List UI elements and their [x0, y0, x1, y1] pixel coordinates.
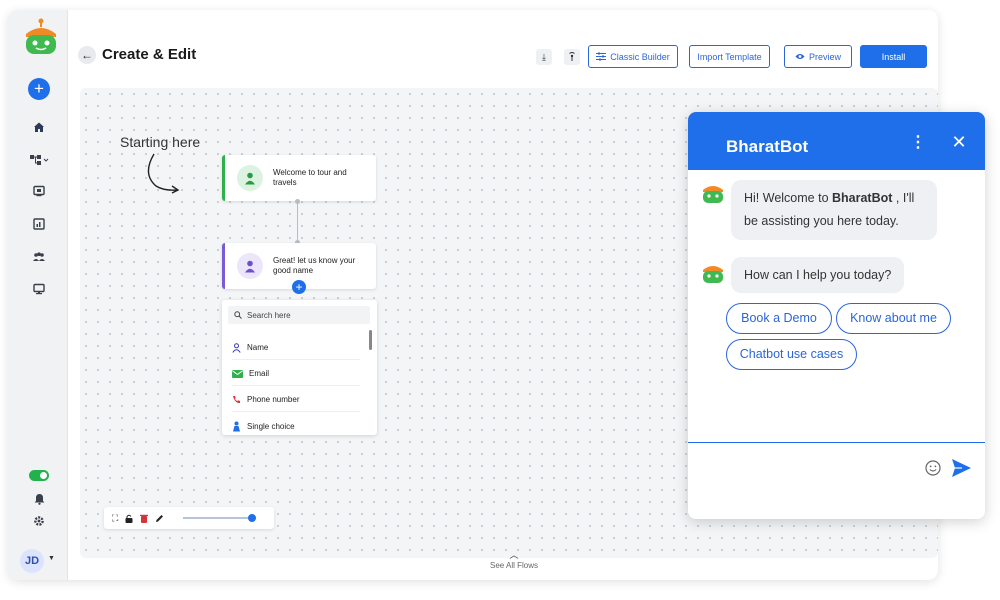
pen-icon[interactable] [155, 514, 164, 523]
picker-search-placeholder: Search here [247, 310, 291, 320]
picker-item-name[interactable]: Name [232, 336, 360, 360]
classic-builder-label: Classic Builder [610, 51, 670, 62]
chat-input-area[interactable] [688, 442, 985, 443]
picker-item-label: Name [247, 343, 269, 352]
import-template-button[interactable]: Import Template [689, 45, 770, 68]
install-label: Install [881, 51, 906, 62]
add-button[interactable]: + [28, 78, 50, 100]
download-icon[interactable]: ⤓ [536, 49, 552, 65]
person-icon [232, 342, 241, 353]
picker-item-label: Single choice [247, 421, 295, 431]
add-node-button[interactable]: + [292, 280, 306, 294]
chart-icon[interactable] [26, 213, 52, 235]
fit-screen-icon[interactable]: ⛶ [112, 513, 118, 524]
picker-item-single-choice[interactable]: Single choice [232, 414, 360, 438]
avatar-caret-icon[interactable]: ▼ [48, 555, 55, 562]
bell-icon[interactable] [26, 488, 52, 510]
start-note: Starting here [120, 134, 201, 150]
picker-search-input[interactable]: Search here [228, 306, 370, 324]
kebab-menu-icon[interactable]: ⋮ [910, 133, 926, 153]
curved-arrow-icon [147, 153, 180, 194]
node-type-picker: Search here Name Email Phone number Sing… [222, 300, 377, 435]
message-text: , I'll [892, 191, 915, 205]
person-icon [237, 165, 263, 191]
quick-reply-use-cases[interactable]: Chatbot use cases [726, 339, 857, 370]
display-icon[interactable] [26, 180, 52, 202]
broadcast-icon[interactable] [564, 49, 580, 65]
chat-preview-widget: BharatBot ⋮ ✕ Hi! Welcome to BharatBot ,… [688, 112, 985, 519]
chat-title: BharatBot [726, 137, 809, 156]
phone-icon [233, 396, 240, 404]
quick-reply-book-demo[interactable]: Book a Demo [726, 303, 832, 334]
message-text: be assisting you here today. [744, 214, 899, 228]
connector-handle[interactable] [295, 199, 300, 204]
flow-icon[interactable] [26, 149, 52, 171]
users-icon[interactable] [26, 246, 52, 268]
sidebar: + JD ▼ [8, 10, 68, 580]
person-icon [237, 253, 263, 279]
close-icon[interactable]: ✕ [949, 132, 969, 152]
chevron-up-icon: ︿ [509, 550, 519, 560]
see-all-flows-label: See All Flows [489, 561, 539, 570]
bot-avatar-icon [703, 266, 723, 283]
import-template-label: Import Template [697, 51, 762, 62]
bot-message-help: How can I help you today? [731, 257, 905, 293]
see-all-flows-link[interactable]: ︿ See All Flows [484, 548, 544, 570]
emoji-icon[interactable] [925, 460, 941, 476]
bot-message-welcome: Hi! Welcome to BharatBot , I'll be assis… [731, 180, 937, 240]
quick-reply-know-about-me[interactable]: Know about me [836, 303, 951, 334]
zoom-slider-thumb[interactable] [248, 514, 257, 522]
preview-button[interactable]: Preview [784, 45, 852, 68]
single-choice-icon [233, 421, 240, 431]
bot-avatar-icon [703, 186, 723, 203]
node-message-text: Welcome to tour and travels [273, 168, 347, 187]
back-arrow-icon[interactable]: ← [78, 46, 96, 64]
home-icon[interactable] [26, 116, 52, 138]
eye-icon [795, 54, 805, 59]
sliders-icon [596, 52, 607, 61]
preview-label: Preview [808, 51, 841, 62]
classic-builder-button[interactable]: Classic Builder [588, 45, 678, 68]
page-title: Create & Edit [102, 46, 197, 63]
email-icon [232, 369, 243, 378]
lock-icon[interactable] [125, 514, 133, 523]
flow-node-welcome[interactable]: Welcome to tour and travels [222, 155, 376, 201]
send-icon[interactable] [951, 458, 972, 478]
search-icon [234, 311, 242, 319]
node-message-text: Great! let us know your good name [273, 256, 356, 275]
bot-name-bold: BharatBot [832, 191, 893, 205]
settings-gear-icon[interactable] [26, 510, 52, 532]
monitor-icon[interactable] [26, 278, 52, 300]
picker-scrollbar[interactable] [369, 330, 372, 350]
picker-item-phone[interactable]: Phone number [232, 388, 360, 412]
node-connector [297, 201, 298, 245]
user-avatar[interactable]: JD [20, 549, 44, 573]
picker-item-label: Email [249, 369, 270, 378]
bot-logo-icon[interactable] [20, 18, 62, 60]
chat-header: BharatBot ⋮ ✕ [688, 112, 985, 170]
picker-item-email[interactable]: Email [232, 362, 360, 386]
install-button[interactable]: Install [860, 45, 927, 68]
bot-active-toggle[interactable] [29, 470, 49, 481]
message-text: Hi! Welcome to [744, 191, 832, 205]
trash-icon[interactable] [140, 514, 149, 523]
zoom-slider[interactable] [183, 514, 257, 522]
picker-item-label: Phone number [247, 395, 300, 404]
canvas-toolbar: ⛶ [104, 507, 274, 529]
